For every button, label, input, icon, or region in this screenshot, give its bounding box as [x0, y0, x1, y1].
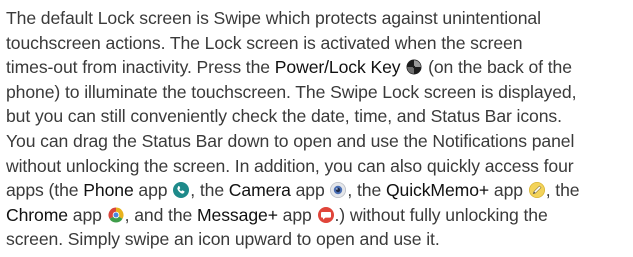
text-line-3: times-out from inactivity. Press the Pow…: [6, 55, 623, 80]
message-app-icon: [317, 206, 334, 223]
lock-screen-paragraph: The default Lock screen is Swipe which p…: [6, 6, 623, 252]
quickmemo-app-icon: [528, 182, 545, 199]
text-line-4: phone) to illuminate the touchscreen. Th…: [6, 81, 577, 102]
text-run: , and the: [124, 204, 197, 225]
text-run: app: [133, 180, 173, 201]
text-line-6: You can drag the Status Bar down to open…: [6, 130, 575, 151]
camera-app-icon: [330, 182, 347, 199]
text-run: times-out from inactivity. Press the: [6, 57, 275, 78]
text-line-2: touchscreen actions. The Lock screen is …: [6, 32, 523, 53]
text-line-9: Chrome app , and the Message+ app .) wit…: [6, 203, 623, 228]
text-run: apps (the: [6, 180, 84, 201]
text-line-8: apps (the Phone app , the Camera app , t…: [6, 178, 623, 203]
text-run: app: [290, 180, 330, 201]
text-run: , the: [190, 180, 229, 201]
document-page: The default Lock screen is Swipe which p…: [0, 0, 633, 257]
text-run: , the: [347, 180, 386, 201]
text-line-5: but you can still conveniently check the…: [6, 106, 562, 127]
text-run: app: [277, 204, 317, 225]
phone-app-icon: [173, 182, 190, 199]
text-run: app: [67, 204, 107, 225]
text-run: (on the back of the: [423, 57, 572, 78]
text-line-7: without unlocking the screen. In additio…: [6, 155, 574, 176]
text-run: , the: [545, 180, 580, 201]
power-lock-key-label: Power/Lock Key: [274, 57, 401, 78]
message-app-label: Message+: [197, 204, 278, 225]
chrome-app-label: Chrome: [6, 204, 68, 225]
text-run: app: [489, 180, 528, 201]
text-run: .) without fully unlocking the: [334, 204, 548, 225]
phone-app-label: Phone: [83, 180, 134, 201]
power-lock-key-icon: [406, 59, 422, 75]
text-line-10: screen. Simply swipe an icon upward to o…: [6, 229, 440, 250]
text-line-1: The default Lock screen is Swipe which p…: [6, 8, 541, 28]
camera-app-label: Camera: [228, 180, 291, 201]
quickmemo-app-label: QuickMemo+: [385, 180, 490, 201]
chrome-app-icon: [108, 207, 124, 223]
